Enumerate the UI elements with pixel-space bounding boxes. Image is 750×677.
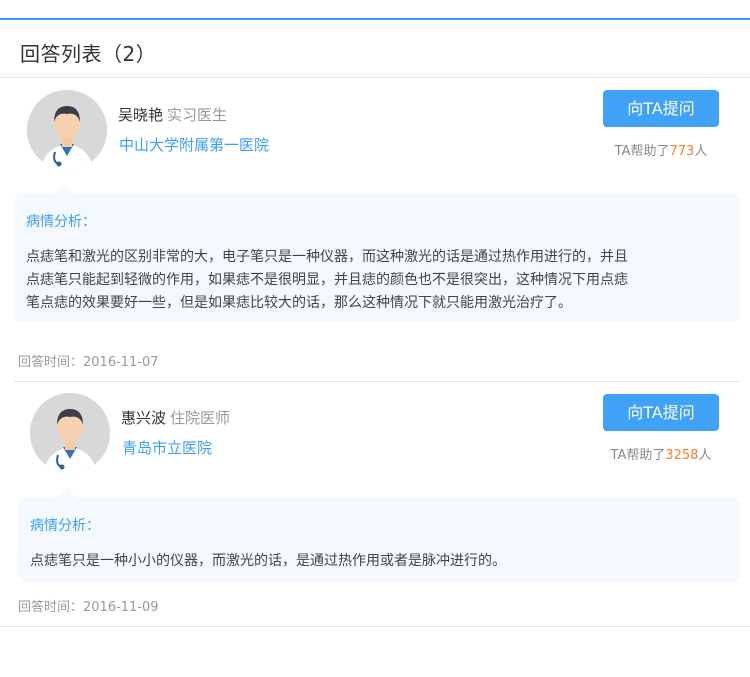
- helped-suffix: 人: [698, 448, 712, 463]
- doctor-name-text: 惠兴波: [121, 409, 167, 427]
- ask-doctor-button[interactable]: 向TA提问: [603, 90, 719, 127]
- analysis-heading: 病情分析：: [30, 518, 100, 534]
- hospital-link[interactable]: 青岛市立医院: [122, 437, 212, 458]
- helped-number: 773: [669, 144, 695, 159]
- analysis-line: 点痣笔只能起到轻微的作用，如果痣不是很明显，并且痣的颜色也不是很突出，这种情况下…: [26, 272, 628, 288]
- helped-suffix: 人: [694, 144, 708, 159]
- analysis-text: 点痣笔只是一种小小的仪器，而激光的话，是通过热作用或者是脉冲进行的。: [30, 550, 730, 573]
- ask-doctor-button[interactable]: 向TA提问: [603, 394, 719, 431]
- analysis-bubble: 病情分析： 点痣笔和激光的区别非常的大，电子笔只是一种仪器，而这种激光的话是通过…: [14, 194, 740, 322]
- helped-count: TA帮助了3258人: [591, 444, 731, 463]
- doctor-title: 住院医师: [170, 409, 231, 427]
- analysis-text: 点痣笔和激光的区别非常的大，电子笔只是一种仪器，而这种激光的话是通过热作用进行的…: [26, 246, 736, 315]
- helped-count: TA帮助了773人: [591, 140, 731, 159]
- doctor-name: 惠兴波 住院医师: [121, 407, 230, 428]
- doctor-title: 实习医生: [167, 106, 228, 124]
- analysis-heading: 病情分析：: [26, 214, 96, 230]
- helped-number: 3258: [665, 448, 699, 463]
- doctor-name: 吴晓艳 实习医生: [118, 104, 227, 125]
- answer-time: 回答时间：2016-11-07: [18, 355, 159, 370]
- bubble-arrow: [57, 488, 77, 498]
- analysis-line: 点痣笔和激光的区别非常的大，电子笔只是一种仪器，而这种激光的话是通过热作用进行的…: [26, 249, 628, 265]
- hospital-link[interactable]: 中山大学附属第一医院: [119, 134, 269, 155]
- analysis-line: 点痣笔只是一种小小的仪器，而激光的话，是通过热作用或者是脉冲进行的。: [30, 553, 506, 569]
- answer-list-header: 回答列表（2）: [0, 20, 750, 78]
- bubble-arrow: [54, 184, 74, 194]
- doctor-avatar-icon[interactable]: [30, 393, 110, 473]
- page-title: 回答列表（2）: [20, 42, 157, 66]
- analysis-bubble: 病情分析： 点痣笔只是一种小小的仪器，而激光的话，是通过热作用或者是脉冲进行的。: [18, 498, 740, 582]
- helped-prefix: TA帮助了: [614, 144, 670, 159]
- answer-card: 惠兴波 住院医师 青岛市立医院 向TA提问 TA帮助了3258人 病情分析： 点痣…: [0, 382, 750, 627]
- doctor-avatar-icon[interactable]: [27, 90, 107, 170]
- analysis-line: 笔点痣的效果要好一些，但是如果痣比较大的话，那么这种情况下就只能用激光治疗了。: [26, 295, 572, 311]
- helped-prefix: TA帮助了: [610, 448, 666, 463]
- doctor-name-text: 吴晓艳: [118, 106, 164, 124]
- answer-card: 吴晓艳 实习医生 中山大学附属第一医院 向TA提问 TA帮助了773人 病情分析：…: [0, 78, 750, 382]
- answer-time: 回答时间：2016-11-09: [18, 600, 159, 615]
- list-bottom-divider: [0, 626, 750, 627]
